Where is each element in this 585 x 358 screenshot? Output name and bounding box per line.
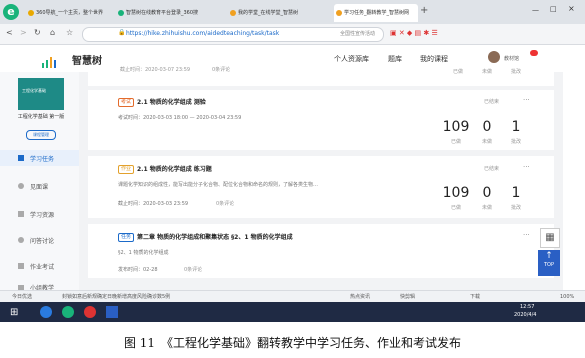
- more-icon[interactable]: ···: [523, 163, 530, 171]
- taskbar-date: 2020/4/4: [514, 312, 537, 318]
- stat-graded-count: 1: [511, 119, 521, 135]
- close-button[interactable]: ×: [568, 4, 575, 13]
- new-tab-icon[interactable]: +: [420, 5, 428, 16]
- stat-done-count: 109: [442, 185, 470, 201]
- course-title: 工程化学基础 第一版: [17, 114, 65, 120]
- stat-graded-label: 批改: [510, 139, 521, 145]
- tab-favicon-icon: [28, 10, 34, 16]
- task-subtitle: §2、1 物质的化学组成: [118, 250, 169, 256]
- resources-icon: [18, 211, 24, 217]
- windows-start-icon[interactable]: ⊞: [10, 307, 18, 318]
- task-title[interactable]: 第二章 物质的化学组成和聚集状态 §2、1 物质的化学组成: [137, 232, 293, 241]
- tab-label: 我的学堂_在线学堂_智慧树: [238, 10, 299, 16]
- logo-text[interactable]: 智慧树: [72, 52, 102, 67]
- avatar[interactable]: [488, 51, 500, 63]
- task-status: 已结束: [484, 99, 500, 105]
- sidebar-item-qa[interactable]: 问答讨论: [30, 236, 54, 245]
- notification-badge[interactable]: [530, 50, 538, 56]
- stat-undone-count: 0: [482, 185, 492, 201]
- tasks-icon: [18, 155, 24, 161]
- tab-label: 智慧树在线教育平台登录_360搜: [126, 10, 199, 16]
- course-manage-button[interactable]: 课程管理: [26, 130, 56, 140]
- stat-undone-label: 未做: [481, 69, 492, 75]
- tab-label: 360导航_一个主页，整个世界: [36, 10, 104, 16]
- stat-undone-label: 未做: [481, 139, 492, 145]
- task-comments[interactable]: 0条评论: [184, 266, 202, 273]
- stat-done-label: 已做: [450, 205, 461, 211]
- task-title[interactable]: 2.1 物质的化学组成 测验: [137, 97, 206, 106]
- lock-icon: 🔒: [118, 29, 126, 36]
- stat-done-label: 已做: [452, 69, 463, 75]
- task-publish-time: 发布时间：02-28: [118, 267, 158, 273]
- figure-caption: 图 11 《工程化学基础》翻转教学中学习任务、作业和考试发布: [123, 336, 462, 350]
- tab-4-active[interactable]: 学习任务_翻转教学_智慧树网: [334, 4, 418, 22]
- course-cover[interactable]: 工程化学基础: [18, 78, 64, 110]
- stat-undone-label: 未做: [481, 205, 492, 211]
- user-name[interactable]: 教材馆: [504, 55, 519, 62]
- arrow-up-icon: ↑: [545, 251, 553, 261]
- home-icon[interactable]: ⌂: [50, 28, 55, 37]
- url-text[interactable]: https://hike.zhihuishu.com/aidedteaching…: [126, 27, 326, 41]
- sidebar-item-resources[interactable]: 学习资源: [30, 210, 54, 219]
- browser-logo-icon[interactable]: e: [3, 4, 19, 20]
- tab-3[interactable]: 我的学堂_在线学堂_智慧树: [228, 4, 332, 22]
- meeting-icon: [18, 183, 24, 189]
- taskbar-time: 12:57: [520, 304, 535, 310]
- homework-tag: 作业: [118, 165, 135, 174]
- windows-taskbar: ⊞ 12:57 2020/4/4: [0, 302, 585, 322]
- maximize-button[interactable]: □: [550, 5, 557, 13]
- qa-icon: [18, 237, 24, 243]
- task-deadline: 截止时间：2020-03-07 23:59: [120, 67, 191, 73]
- task-comments[interactable]: 0条评论: [212, 66, 230, 73]
- task-deadline: 截止时间：2020-03-03 23:59: [118, 201, 189, 207]
- exam-tag: 考试: [118, 98, 135, 107]
- tab-favicon-icon: [230, 10, 236, 16]
- back-icon[interactable]: <: [6, 28, 13, 37]
- qrcode-icon[interactable]: ▦: [540, 228, 560, 248]
- reload-icon[interactable]: ↻: [34, 28, 41, 37]
- stat-done-label: 已做: [450, 139, 461, 145]
- task-title[interactable]: 2.1 物质的化学组成 练习题: [137, 164, 212, 173]
- ie-icon[interactable]: [40, 306, 52, 318]
- stat-undone-count: 0: [482, 119, 492, 135]
- right-tool-column: [563, 72, 585, 290]
- top-label: TOP: [543, 262, 554, 268]
- app-word-icon[interactable]: [106, 306, 118, 318]
- more-icon[interactable]: ···: [523, 231, 530, 239]
- nav-resource-library[interactable]: 个人资源库: [334, 54, 369, 64]
- stat-done-count: 109: [442, 119, 470, 135]
- search-hint[interactable]: 全国性宣传活动: [340, 27, 375, 41]
- stat-graded-label: 批改: [510, 205, 521, 211]
- logo-bars-icon: [42, 53, 70, 68]
- forward-icon[interactable]: >: [20, 28, 27, 37]
- stat-graded-label: 批改: [510, 69, 521, 75]
- sidebar-item-exams[interactable]: 作业考试: [30, 262, 54, 271]
- task-comments[interactable]: 0条评论: [216, 200, 234, 207]
- more-icon[interactable]: ···: [523, 96, 530, 104]
- browser-360-icon[interactable]: [62, 306, 74, 318]
- browser-tab-bar: e 360导航_一个主页，整个世界 智慧树在线教育平台登录_360搜 我的学堂_…: [0, 0, 585, 24]
- stat-graded-count: 1: [511, 185, 521, 201]
- task-description: 课题化学知识的组成性，能写出能分子化合物、配位化合物和命名的规则，了解各类生物…: [118, 182, 319, 188]
- app-red-icon[interactable]: [84, 306, 96, 318]
- nav-question-bank[interactable]: 题库: [388, 54, 402, 64]
- task-exam-time: 考试时间：2020-03-03 18:00 — 2020-03-04 23:59: [118, 115, 242, 121]
- back-to-top-button[interactable]: ↑ TOP: [538, 250, 560, 276]
- tab-favicon-icon: [336, 10, 342, 16]
- exam-icon: [18, 263, 24, 269]
- sidebar-item-label: 学习任务: [30, 156, 55, 163]
- tab-favicon-icon: [118, 10, 124, 16]
- task-tag: 任务: [118, 233, 135, 242]
- nav-my-courses[interactable]: 我的课程: [420, 54, 448, 64]
- tab-2[interactable]: 智慧树在线教育平台登录_360搜: [116, 4, 226, 22]
- star-icon[interactable]: ☆: [66, 28, 73, 37]
- task-status: 已结束: [484, 166, 500, 172]
- sidebar-item-meeting[interactable]: 见面课: [30, 182, 48, 191]
- minimize-button[interactable]: —: [532, 6, 539, 14]
- tab-label: 学习任务_翻转教学_智慧树网: [344, 10, 410, 16]
- sidebar: 工程化学基础 工程化学基础 第一版 课程管理 学习任务 见面课 学习资源 问答讨…: [0, 72, 80, 292]
- extension-icons[interactable]: ▣ ✕ ◆ ▤ ✱ ☰: [390, 29, 438, 37]
- tab-1[interactable]: 360导航_一个主页，整个世界: [26, 4, 114, 22]
